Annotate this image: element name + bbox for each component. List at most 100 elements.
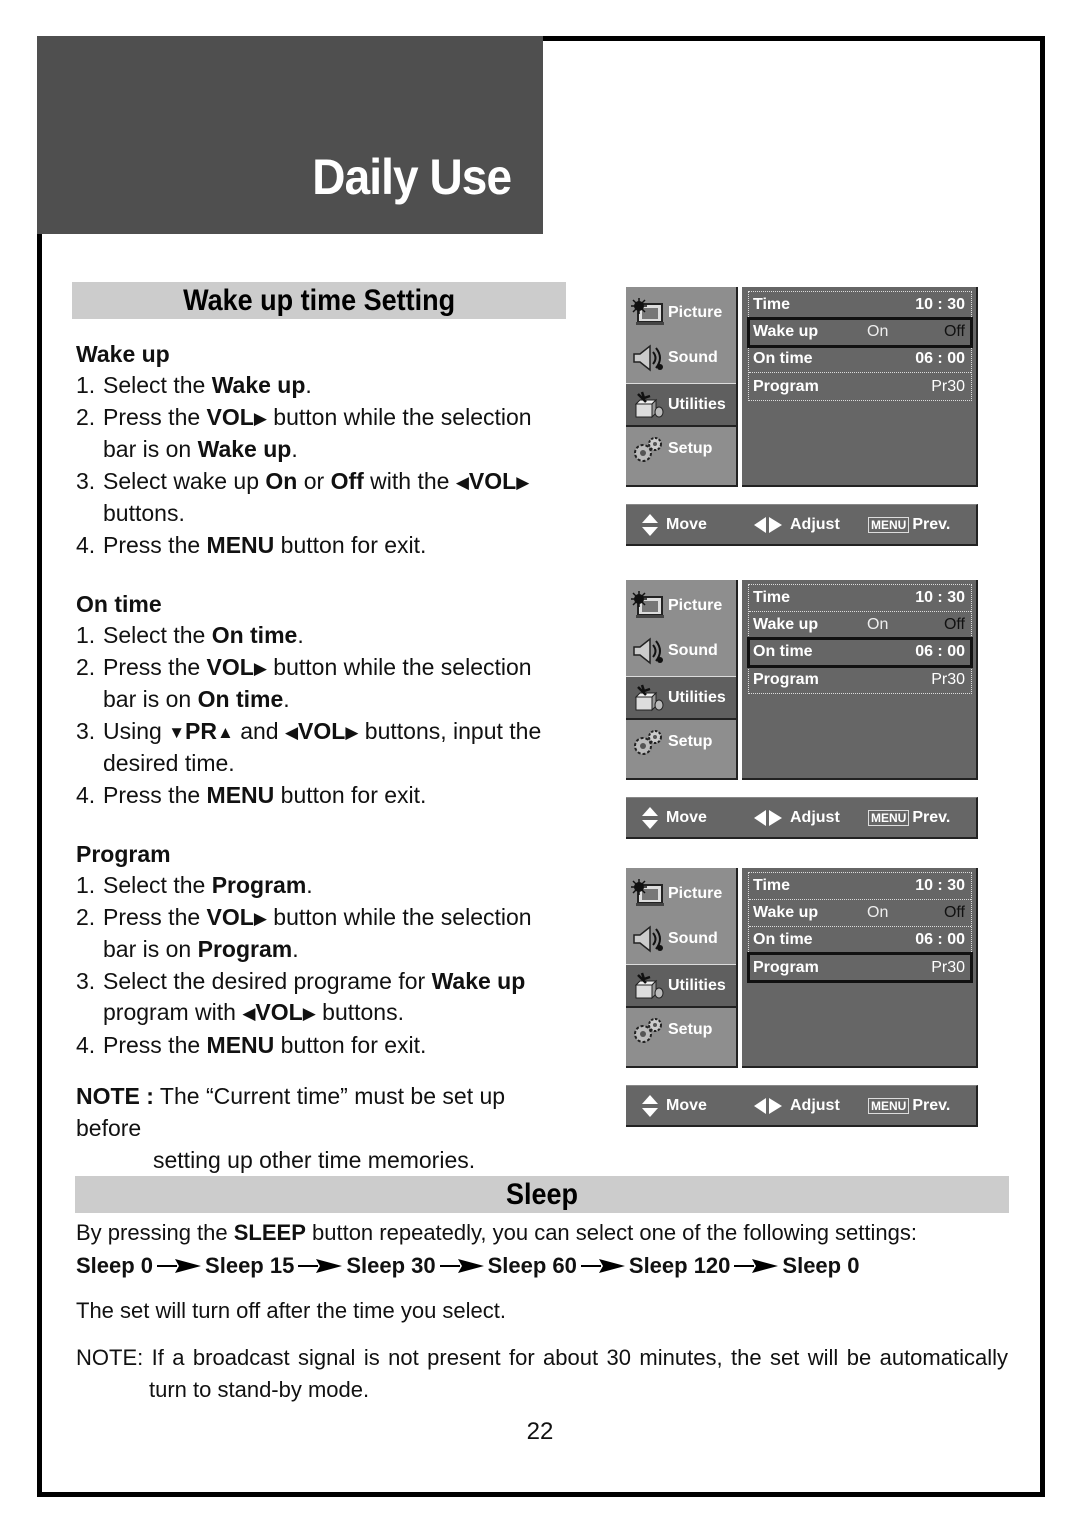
- instruction-step: 1. Select the Program.: [76, 870, 566, 902]
- arrow-right-icon: [580, 1259, 625, 1273]
- time-value: 10 : 30: [915, 877, 965, 894]
- row-label: Time: [753, 877, 791, 894]
- osd-content: Time 10 : 30 Wake up On Off On time 06 : 00 Pro…: [742, 287, 978, 487]
- osd-sidebar-item-utilities[interactable]: Utilities: [626, 964, 736, 1008]
- step-text: Using ▼PR▲ and ◀VOL▶ buttons, input the …: [103, 717, 542, 777]
- sleep-option: Sleep 0: [782, 1253, 860, 1278]
- sleep-button-name: SLEEP: [233, 1220, 306, 1245]
- arrow-icon: ▶: [253, 658, 267, 678]
- osd-sidebar-item-sound[interactable]: Sound: [626, 917, 736, 961]
- adjust-hint: Adjust: [754, 516, 868, 534]
- osd-sidebar-item-sound[interactable]: Sound: [626, 336, 736, 380]
- setup-icon: [634, 1018, 662, 1043]
- step-text: Press the VOL▶ button while the selectio…: [103, 403, 532, 463]
- move-hint: Move: [642, 806, 754, 829]
- arrow-icon: ▲: [216, 722, 234, 742]
- arrow-icon: ▶: [516, 472, 530, 492]
- chapter-title: Daily Use: [312, 149, 512, 205]
- sleep-sequence: Sleep 0 Sleep 15 Sleep 30 Sleep 60 Sleep 120…: [76, 1251, 1016, 1281]
- instruction-step: 3. Select wake up On or Off with the ◀VOL…: [76, 466, 566, 530]
- osd-row-wake-up[interactable]: Wake up On Off: [749, 900, 971, 927]
- step-text: Select wake up On or Off with the ◀VOL▶ …: [103, 467, 530, 527]
- prev-hint: MENU Prev.: [868, 1097, 950, 1115]
- step-number: 2.: [76, 403, 96, 430]
- prev-hint: MENU Prev.: [868, 809, 950, 827]
- step-text: Press the MENU button for exit.: [103, 1031, 427, 1058]
- adjust-label: Adjust: [790, 515, 840, 533]
- osd-content: Time 10 : 30 Wake up On Off On time 06 : 00 Pro…: [742, 580, 978, 780]
- adjust-hint: Adjust: [754, 809, 868, 827]
- up-down-arrow-icon: [642, 513, 658, 536]
- osd-row-on-time[interactable]: On time 06 : 00: [749, 927, 971, 954]
- row-label: On time: [753, 643, 813, 660]
- osd-sidebar-item-setup[interactable]: Setup: [626, 427, 736, 471]
- instruction-step: 4. Press the MENU button for exit.: [76, 530, 566, 562]
- osd-sidebar-item-picture[interactable]: Picture: [626, 584, 736, 628]
- sound-icon: [633, 344, 663, 372]
- osd-row-on-time[interactable]: On time 06 : 00: [747, 637, 973, 668]
- sleep-intro: By pressing the SLEEP button repeatedly,…: [76, 1218, 1016, 1248]
- step-text: Press the MENU button for exit.: [103, 531, 427, 558]
- sleep-intro-text-end: button repeatedly, you can select one of…: [305, 1220, 917, 1245]
- sleep-section-title-text: Sleep: [505, 1178, 579, 1211]
- osd-sidebar-item-picture[interactable]: Picture: [626, 291, 736, 335]
- osd-sidebar-item-picture[interactable]: Picture: [626, 872, 736, 916]
- step-text: Select the On time.: [103, 622, 304, 648]
- utilities-icon: [634, 684, 664, 711]
- osd-sidebar-item-utilities[interactable]: Utilities: [626, 676, 736, 720]
- picture-icon: [631, 879, 664, 906]
- step-text: Press the VOL▶ button while the selectio…: [103, 653, 532, 713]
- move-hint: Move: [642, 513, 754, 536]
- osd-help-bar: Move Adjust MENU Prev.: [626, 504, 978, 546]
- osd-sidebar-item-utilities[interactable]: Utilities: [626, 383, 736, 427]
- instruction-heading: Wake up: [76, 341, 170, 367]
- osd-row-program[interactable]: Program Pr30: [749, 666, 971, 693]
- osd-sidebar-label: Setup: [668, 1021, 713, 1038]
- osd-row-wake-up[interactable]: Wake up On Off: [747, 317, 973, 348]
- step-number: 2.: [76, 903, 96, 930]
- osd-sidebar-item-sound[interactable]: Sound: [626, 629, 736, 673]
- osd-row-time[interactable]: Time 10 : 30: [749, 292, 971, 319]
- arrow-icon: ▶: [302, 1004, 316, 1023]
- sleep-section-title: Sleep: [75, 1176, 1009, 1213]
- osd-sidebar-label: Utilities: [668, 395, 726, 413]
- osd-sidebar-label: Picture: [668, 597, 723, 614]
- on-time-value: 06 : 00: [915, 643, 965, 660]
- instruction-step: 3. Select the desired programe for Wake u…: [76, 966, 566, 1030]
- step-text: Press the MENU button for exit.: [103, 781, 427, 808]
- wakeup-on-option: On: [867, 616, 889, 633]
- osd-row-on-time[interactable]: On time 06 : 00: [749, 346, 971, 373]
- on-time-value: 06 : 00: [915, 931, 965, 948]
- move-hint: Move: [642, 1094, 754, 1117]
- osd-row-time[interactable]: Time 10 : 30: [749, 585, 971, 612]
- osd-sidebar-label: Setup: [668, 733, 713, 750]
- tv-osd-menu: Picture Sound Utilities Setup Time 10 : 30 Wak…: [626, 868, 978, 1127]
- osd-row-time[interactable]: Time 10 : 30: [749, 873, 971, 900]
- arrow-icon: ▶: [345, 722, 359, 742]
- osd-sidebar-label: Sound: [668, 349, 718, 366]
- utilities-icon: [634, 391, 664, 418]
- instruction-step: 2. Press the VOL▶ button while the select…: [76, 902, 566, 966]
- osd-sidebar-item-setup[interactable]: Setup: [626, 1008, 736, 1052]
- sleep-note-continued: turn to stand-by mode.: [149, 1377, 370, 1402]
- instruction-step: 1. Select the On time.: [76, 620, 566, 652]
- row-label: Wake up: [753, 616, 819, 633]
- row-label: Wake up: [753, 904, 819, 921]
- osd-rows: Time 10 : 30 Wake up On Off On time 06 : 00 Pro…: [747, 584, 973, 694]
- osd-sidebar: Picture Sound Utilities Setup: [626, 580, 738, 780]
- up-down-arrow-icon: [642, 806, 658, 829]
- osd-rows: Time 10 : 30 Wake up On Off On time 06 : 00 Pro…: [747, 872, 973, 983]
- row-label: Program: [753, 670, 819, 688]
- sound-icon: [633, 925, 663, 953]
- chapter-header: Daily Use: [37, 36, 543, 234]
- tv-osd-menu: Picture Sound Utilities Setup Time 10 : 30 Wak…: [626, 580, 978, 839]
- osd-row-program[interactable]: Program Pr30: [749, 373, 971, 400]
- sleep-option: Sleep 120: [628, 1253, 731, 1278]
- osd-row-wake-up[interactable]: Wake up On Off: [749, 612, 971, 639]
- osd-sidebar-item-setup[interactable]: Setup: [626, 720, 736, 764]
- arrow-icon: ◀: [242, 1004, 256, 1023]
- page-number: 22: [526, 1418, 554, 1445]
- osd-row-program[interactable]: Program Pr30: [747, 952, 973, 983]
- osd-sidebar: Picture Sound Utilities Setup: [626, 287, 738, 487]
- osd-content: Time 10 : 30 Wake up On Off On time 06 : 00 Pro…: [742, 868, 978, 1068]
